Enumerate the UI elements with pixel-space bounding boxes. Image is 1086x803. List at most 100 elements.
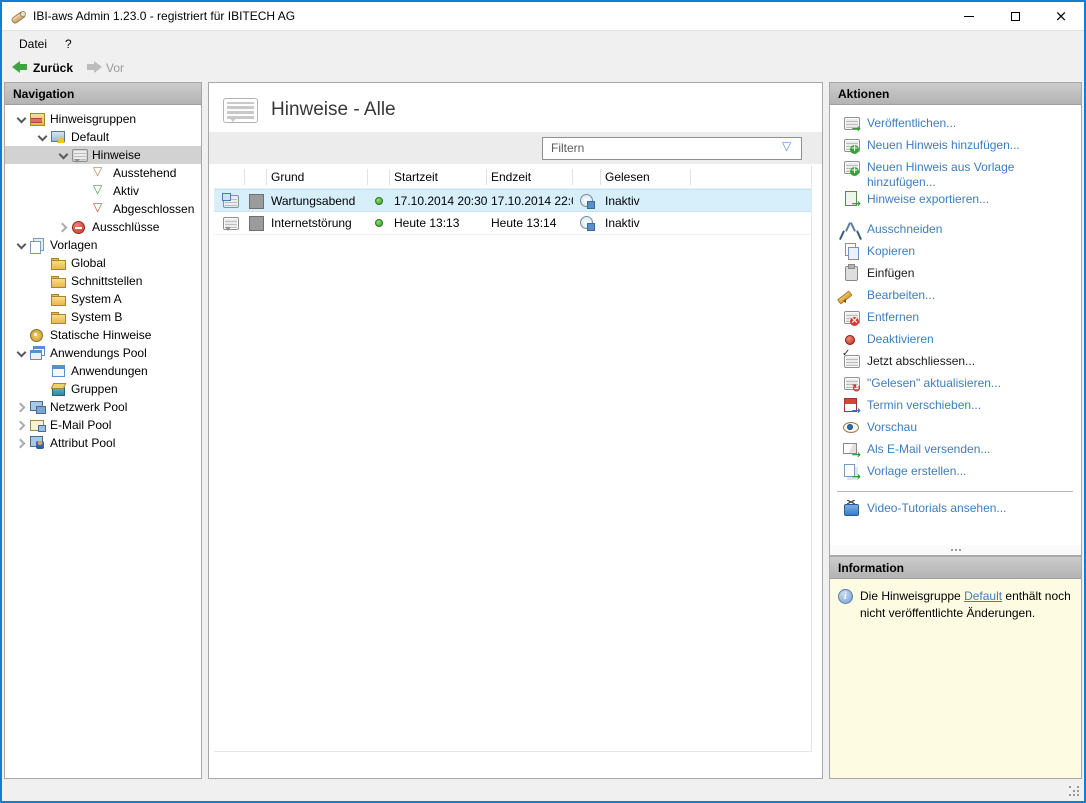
tree-expander-icon[interactable] bbox=[55, 219, 71, 235]
tree-expander-icon[interactable] bbox=[76, 165, 92, 181]
action-link[interactable]: Kopieren bbox=[843, 242, 1075, 264]
close-button[interactable]: × bbox=[1038, 2, 1084, 30]
action-link[interactable]: Hinweise exportieren... bbox=[843, 190, 1075, 212]
tree-expander-icon[interactable] bbox=[13, 417, 29, 433]
tree-expander-icon[interactable] bbox=[55, 147, 71, 163]
tree-expander-icon[interactable] bbox=[13, 237, 29, 253]
tree-expander-icon[interactable] bbox=[34, 363, 50, 379]
tree-item[interactable]: Aktiv bbox=[5, 182, 201, 200]
tree-item[interactable]: Netzwerk Pool bbox=[5, 398, 201, 416]
tree-item-label: System A bbox=[71, 292, 122, 306]
folder-icon bbox=[50, 291, 66, 307]
column-header[interactable]: Startzeit bbox=[390, 168, 487, 185]
action-link[interactable]: Neuen Hinweis aus Vorlage hinzufügen... bbox=[843, 158, 1075, 190]
tree-item-label: Ausschlüsse bbox=[92, 220, 160, 234]
main-title-row: Hinweise - Alle bbox=[209, 83, 822, 132]
page-title: Hinweise - Alle bbox=[271, 98, 396, 120]
edit-icon bbox=[843, 287, 859, 303]
funnel-red-icon bbox=[92, 200, 108, 217]
default-group-link[interactable]: Default bbox=[964, 589, 1002, 603]
tree-item[interactable]: Gruppen bbox=[5, 380, 201, 398]
action-link[interactable]: Vorschau bbox=[843, 418, 1075, 440]
filter-funnel-icon[interactable] bbox=[781, 139, 795, 155]
tree-expander-icon[interactable] bbox=[13, 399, 29, 415]
action-link[interactable]: Termin verschieben... bbox=[843, 396, 1075, 418]
column-header[interactable] bbox=[368, 168, 390, 185]
action-link[interactable]: Als E-Mail versenden... bbox=[843, 440, 1075, 462]
tree-item-label: Default bbox=[71, 130, 110, 144]
column-header[interactable]: Endzeit bbox=[487, 168, 573, 185]
info-icon bbox=[838, 589, 853, 604]
tree-item[interactable]: System B bbox=[5, 308, 201, 326]
tree-item[interactable]: Anwendungs Pool bbox=[5, 344, 201, 362]
minimize-button[interactable] bbox=[946, 2, 992, 30]
action-link[interactable]: "Gelesen" aktualisieren... bbox=[843, 374, 1075, 396]
bubble-plain-icon bbox=[222, 215, 239, 231]
tree-expander-icon[interactable] bbox=[13, 111, 29, 127]
forward-button[interactable]: Vor bbox=[81, 60, 128, 76]
tree-expander-icon[interactable] bbox=[34, 291, 50, 307]
column-header[interactable]: Gelesen bbox=[601, 168, 691, 185]
action-label: Jetzt abschliessen... bbox=[867, 354, 976, 368]
tree-item[interactable]: Hinweisgruppen bbox=[5, 110, 201, 128]
tree-expander-icon[interactable] bbox=[34, 309, 50, 325]
column-header[interactable] bbox=[573, 168, 601, 185]
add-hint-icon bbox=[843, 137, 860, 154]
tree-item[interactable]: System A bbox=[5, 290, 201, 308]
column-header[interactable] bbox=[245, 168, 267, 185]
workspace: Navigation Hinweisgruppen Default Hinwei… bbox=[2, 80, 1084, 781]
maximize-button[interactable] bbox=[992, 2, 1038, 30]
back-button[interactable]: Zurück bbox=[8, 60, 77, 76]
status-bar bbox=[2, 781, 1084, 801]
tree-expander-icon[interactable] bbox=[34, 255, 50, 271]
navigation-panel: Navigation Hinweisgruppen Default Hinwei… bbox=[4, 82, 202, 779]
table-row[interactable]: Internetstörung Heute 13:13 Heute 13:14 … bbox=[214, 212, 811, 235]
action-link[interactable]: Einfügen bbox=[843, 264, 1075, 286]
action-link[interactable]: Vorlage erstellen... bbox=[843, 462, 1075, 484]
action-link[interactable]: Deaktivieren bbox=[843, 330, 1075, 352]
filter-input[interactable]: Filtern bbox=[542, 136, 802, 160]
action-link[interactable]: Veröffentlichen... bbox=[843, 114, 1075, 136]
action-link[interactable]: Ausschneiden bbox=[843, 220, 1075, 242]
resize-grip[interactable] bbox=[1069, 786, 1081, 798]
action-label: Als E-Mail versenden... bbox=[867, 442, 991, 456]
tree-expander-icon[interactable] bbox=[13, 327, 29, 343]
copy-icon bbox=[843, 243, 859, 260]
menu-item[interactable]: Datei bbox=[10, 34, 56, 54]
action-link[interactable]: Entfernen bbox=[843, 308, 1075, 330]
tree-item-label: Ausstehend bbox=[113, 166, 177, 180]
tree-item[interactable]: Statische Hinweise bbox=[5, 326, 201, 344]
tree-expander-icon[interactable] bbox=[13, 345, 29, 361]
actions-panel: Aktionen Veröffentlichen... Neuen Hinwei… bbox=[829, 82, 1082, 556]
tree-expander-icon[interactable] bbox=[34, 129, 50, 145]
tree-item[interactable]: Attribut Pool bbox=[5, 434, 201, 452]
tree-item[interactable]: Global bbox=[5, 254, 201, 272]
tree-item[interactable]: E-Mail Pool bbox=[5, 416, 201, 434]
action-link[interactable]: Jetzt abschliessen... bbox=[842, 349, 1075, 374]
action-label: Neuen Hinweis aus Vorlage hinzufügen... bbox=[867, 160, 1015, 189]
tree-item[interactable]: Anwendungen bbox=[5, 362, 201, 380]
tree-item[interactable]: Schnittstellen bbox=[5, 272, 201, 290]
folder-icon bbox=[50, 255, 66, 271]
column-header[interactable] bbox=[214, 168, 245, 185]
tree-expander-icon[interactable] bbox=[34, 273, 50, 289]
panel-splitter[interactable] bbox=[830, 545, 1081, 555]
column-header[interactable]: Grund bbox=[267, 168, 368, 185]
tree-expander-icon[interactable] bbox=[76, 201, 92, 217]
action-link[interactable]: Bearbeiten... bbox=[843, 286, 1075, 308]
tree-expander-icon[interactable] bbox=[34, 381, 50, 397]
tree-item[interactable]: Default bbox=[5, 128, 201, 146]
tree-expander-icon[interactable] bbox=[76, 183, 92, 199]
menu-item[interactable]: ? bbox=[56, 34, 81, 54]
tree-item[interactable]: Abgeschlossen bbox=[5, 200, 201, 218]
action-link[interactable]: Neuen Hinweis hinzufügen... bbox=[843, 136, 1075, 158]
tree-item-label: System B bbox=[71, 310, 123, 324]
tree-item[interactable]: Ausschlüsse bbox=[5, 218, 201, 236]
table-row[interactable]: Wartungsabend 17.10.2014 20:30 17.10.201… bbox=[214, 189, 811, 212]
action-link[interactable]: Video-Tutorials ansehen... bbox=[837, 491, 1075, 521]
tree-expander-icon[interactable] bbox=[13, 435, 29, 451]
bubble-screen-icon bbox=[221, 192, 239, 209]
tree-item[interactable]: Vorlagen bbox=[5, 236, 201, 254]
tree-item[interactable]: Hinweise bbox=[5, 146, 201, 164]
tree-item[interactable]: Ausstehend bbox=[5, 164, 201, 182]
